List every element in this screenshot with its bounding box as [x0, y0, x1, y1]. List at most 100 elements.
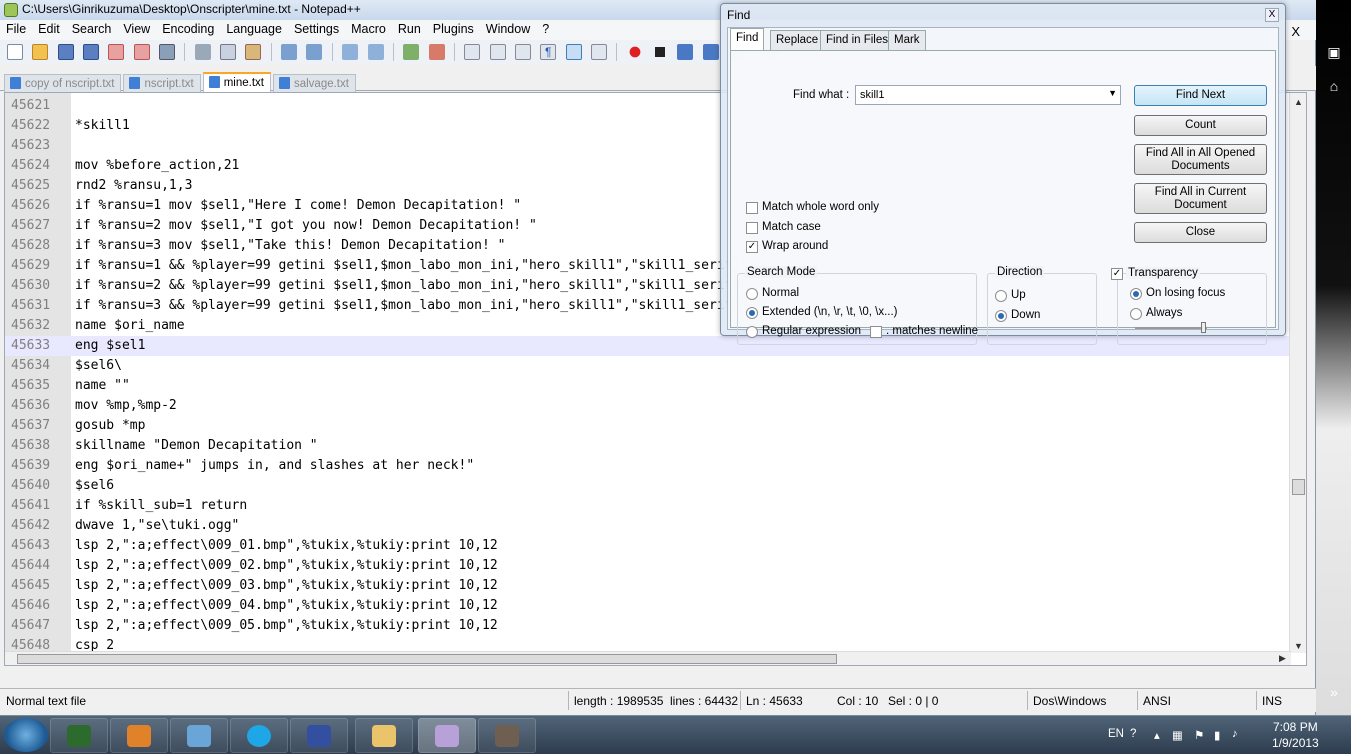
print-icon[interactable]	[159, 44, 176, 60]
code-line[interactable]: 45645 lsp 2,":a;effect\009_03.bmp",%tukix…	[5, 576, 1291, 596]
find-all-opened-button[interactable]: Find All in All Opened Documents	[1134, 144, 1267, 175]
code-line[interactable]: 45641 if %skill_sub=1 return	[5, 496, 1291, 516]
code-line[interactable]: 45644 lsp 2,":a;effect\009_02.bmp",%tukix…	[5, 556, 1291, 576]
direction-down-radio[interactable]	[995, 310, 1007, 322]
show-all-characters-icon[interactable]: ¶	[540, 44, 557, 60]
menu-window[interactable]: Window	[480, 20, 536, 36]
code-line[interactable]: 45637 gosub *mp	[5, 416, 1291, 436]
replace-icon[interactable]	[367, 44, 384, 60]
tab-nscript[interactable]: nscript.txt	[123, 74, 201, 93]
chevron-up-icon[interactable]: »	[1324, 684, 1344, 704]
vertical-scroll-thumb[interactable]	[1292, 479, 1305, 495]
taskbar-item-explorer[interactable]	[355, 718, 413, 753]
transparency-slider-knob[interactable]	[1201, 322, 1206, 333]
start-button[interactable]	[4, 718, 48, 752]
menu-run[interactable]: Run	[392, 20, 427, 36]
taskbar-item-game[interactable]	[290, 718, 348, 753]
dropdown-arrow-icon[interactable]: ▼	[1108, 88, 1117, 98]
save-all-icon[interactable]	[83, 44, 100, 60]
horizontal-scrollbar[interactable]: ▶	[5, 651, 1291, 665]
taskbar-item-notepadpp[interactable]	[418, 718, 476, 753]
home-icon[interactable]: ⌂	[1324, 78, 1344, 98]
taskbar-item-gimp[interactable]	[478, 718, 536, 753]
find-dialog-close-button[interactable]: X	[1265, 8, 1279, 22]
matches-newline-checkbox[interactable]	[870, 326, 882, 338]
code-line[interactable]: 45647 lsp 2,":a;effect\009_05.bmp",%tukix…	[5, 616, 1291, 636]
show-hidden-icons[interactable]: ▴	[1154, 728, 1160, 742]
vertical-scrollbar[interactable]: ▲ ▼	[1289, 93, 1306, 653]
tab-find[interactable]: Find	[730, 28, 765, 50]
word-wrap-icon[interactable]	[514, 44, 531, 60]
code-line[interactable]: 45646 lsp 2,":a;effect\009_04.bmp",%tukix…	[5, 596, 1291, 616]
zoom-in-icon[interactable]	[403, 44, 420, 60]
scroll-up-icon[interactable]: ▲	[1294, 97, 1303, 107]
close-all-icon[interactable]	[133, 44, 150, 60]
transparency-always-radio[interactable]	[1130, 308, 1142, 320]
find-all-current-button[interactable]: Find All in Current Document	[1134, 183, 1267, 214]
tab-mark[interactable]: Mark	[888, 30, 926, 50]
code-line[interactable]: 45635 name ""	[5, 376, 1291, 396]
code-line[interactable]: 45633 eng $sel1	[5, 336, 1291, 356]
menu-edit[interactable]: Edit	[32, 20, 66, 36]
wrap-around-checkbox[interactable]: ✓	[746, 241, 758, 253]
signal-tray-icon[interactable]: ▮	[1214, 728, 1220, 742]
code-line[interactable]: 45638 skillname "Demon Decapitation "	[5, 436, 1291, 456]
match-case-checkbox[interactable]	[746, 222, 758, 234]
tab-mine[interactable]: mine.txt	[202, 72, 271, 93]
code-line[interactable]: 45639 eng $ori_name+" jumps in, and slash…	[5, 456, 1291, 476]
tab-find-in-files[interactable]: Find in Files	[820, 30, 894, 50]
close-button[interactable]: Close	[1134, 222, 1267, 243]
find-what-input[interactable]: skill1 ▼	[855, 85, 1121, 105]
search-mode-regex-radio[interactable]	[746, 326, 758, 338]
code-line[interactable]: 45640 $sel6	[5, 476, 1291, 496]
user-language-icon[interactable]	[590, 44, 607, 60]
menu-plugins[interactable]: Plugins	[427, 20, 480, 36]
run-macro-multiple-icon[interactable]	[702, 44, 719, 60]
search-mode-normal-radio[interactable]	[746, 288, 758, 300]
new-file-icon[interactable]	[7, 44, 23, 60]
desktop-gadget-icon[interactable]: ▣	[1324, 44, 1344, 64]
transparency-on-losing-focus-radio[interactable]	[1130, 288, 1142, 300]
code-line[interactable]: 45643 lsp 2,":a;effect\009_01.bmp",%tukix…	[5, 536, 1291, 556]
sync-vertical-icon[interactable]	[464, 44, 481, 60]
menu-encoding[interactable]: Encoding	[156, 20, 220, 36]
play-macro-icon[interactable]	[677, 44, 694, 60]
taskbar-item-messenger[interactable]	[170, 718, 228, 753]
menu-language[interactable]: Language	[220, 20, 288, 36]
taskbar-item-media[interactable]	[110, 718, 168, 753]
close-file-icon[interactable]	[108, 44, 125, 60]
taskbar-item-terminal[interactable]	[50, 718, 108, 753]
menu-settings[interactable]: Settings	[288, 20, 345, 36]
help-tray-icon[interactable]: ?	[1130, 728, 1136, 740]
open-file-icon[interactable]	[32, 44, 49, 60]
network-tray-icon[interactable]: ▦	[1172, 728, 1183, 742]
indent-guide-icon[interactable]	[565, 44, 582, 60]
zoom-out-icon[interactable]	[428, 44, 445, 60]
undo-icon[interactable]	[281, 44, 298, 60]
volume-tray-icon[interactable]: ♪	[1232, 728, 1238, 740]
tab-replace[interactable]: Replace	[770, 30, 825, 50]
find-icon[interactable]	[342, 44, 359, 60]
code-line[interactable]: 45642 dwave 1,"se\tuki.ogg"	[5, 516, 1291, 536]
tab-copy-of-nscript[interactable]: copy of nscript.txt	[4, 74, 122, 93]
horizontal-scroll-thumb[interactable]	[17, 654, 837, 664]
scroll-right-icon[interactable]: ▶	[1279, 653, 1286, 664]
menu-file[interactable]: File	[0, 20, 32, 36]
save-icon[interactable]	[57, 44, 74, 60]
count-button[interactable]: Count	[1134, 115, 1267, 136]
stop-macro-icon[interactable]	[651, 44, 668, 60]
transparency-slider[interactable]	[1135, 322, 1207, 333]
match-whole-word-checkbox[interactable]	[746, 202, 758, 214]
menu-view[interactable]: View	[117, 20, 156, 36]
search-mode-extended-radio[interactable]	[746, 307, 758, 319]
sync-horizontal-icon[interactable]	[489, 44, 506, 60]
cut-icon[interactable]	[194, 44, 211, 60]
code-line[interactable]: 45634 $sel6\	[5, 356, 1291, 376]
menu-search[interactable]: Search	[66, 20, 118, 36]
paste-icon[interactable]	[245, 44, 262, 60]
transparency-checkbox[interactable]: ✓	[1111, 268, 1123, 280]
code-line[interactable]: 45636 mov %mp,%mp-2	[5, 396, 1291, 416]
taskbar-item-skype[interactable]	[230, 718, 288, 753]
close-document-button[interactable]: X	[1285, 22, 1306, 39]
scroll-down-icon[interactable]: ▼	[1294, 641, 1303, 651]
